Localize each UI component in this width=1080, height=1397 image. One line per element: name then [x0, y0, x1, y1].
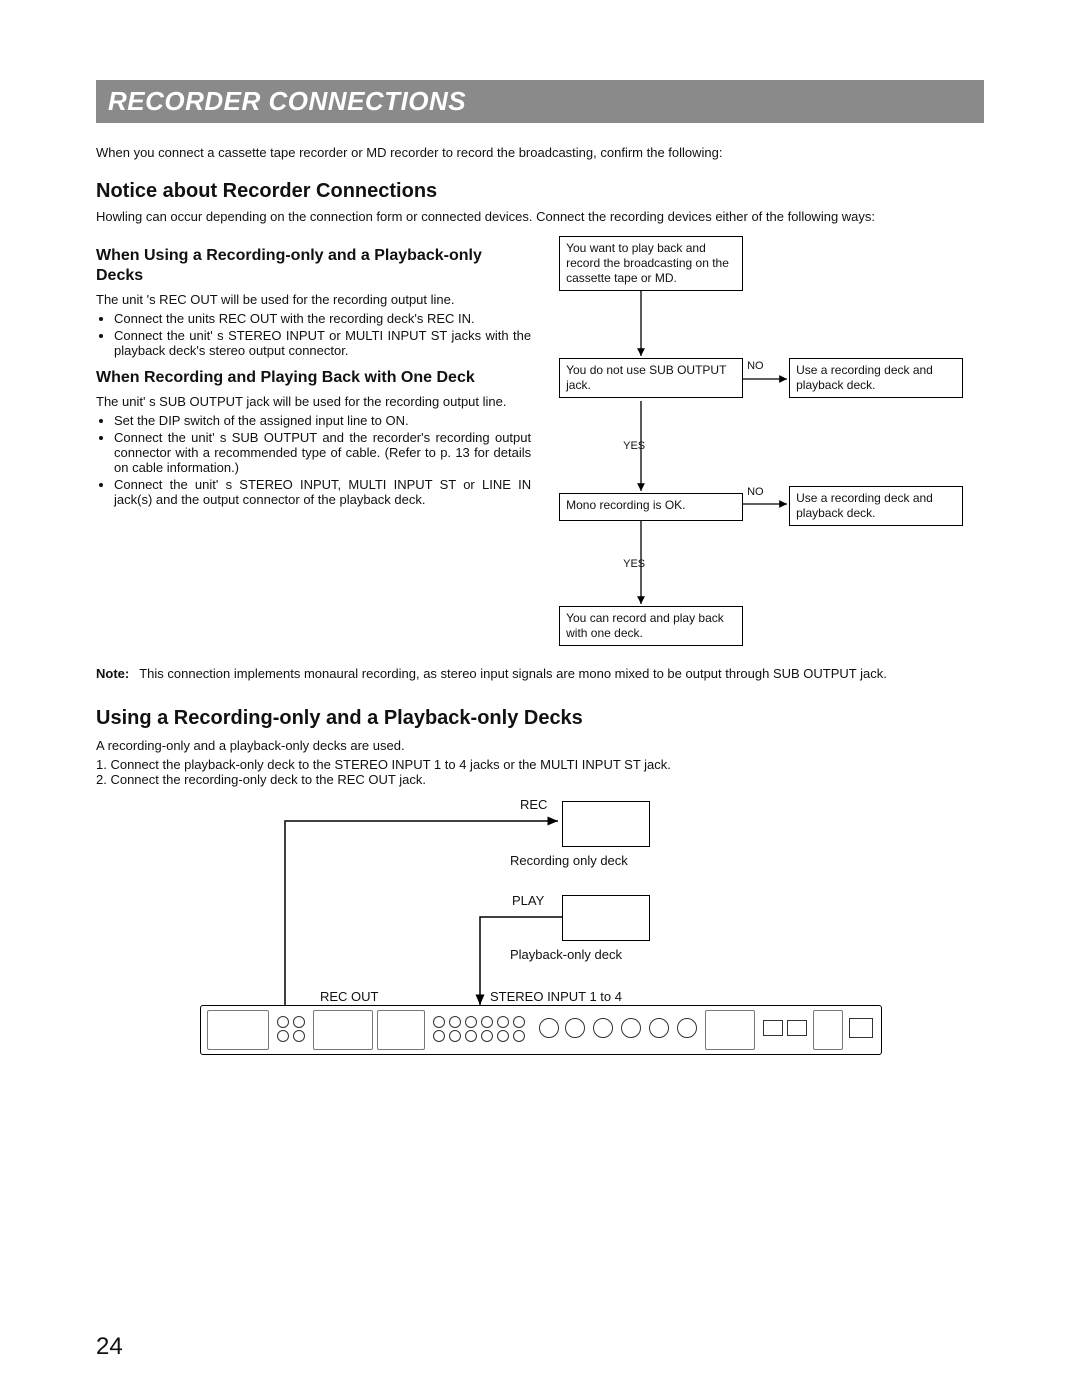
recording-deck-box [562, 801, 650, 847]
list-item: Connect the unit' s STEREO INPUT, MULTI … [114, 477, 531, 507]
manual-page: RECORDER CONNECTIONS When you connect a … [0, 0, 1080, 1397]
flow-a1-box: Use a recording deck and playback deck. [789, 358, 963, 398]
rear-panel-illustration [200, 1005, 882, 1055]
playback-deck-caption: Playback-only deck [510, 947, 622, 962]
flow-no-label: NO [747, 360, 764, 372]
flow-q1-box: You do not use SUB OUTPUT jack. [559, 358, 743, 398]
intro-text: When you connect a cassette tape recorde… [96, 145, 984, 160]
left-column: When Using a Recording-only and a Playba… [96, 236, 531, 517]
rec-out-label: REC OUT [320, 989, 379, 1004]
page-title-banner: RECORDER CONNECTIONS [96, 80, 984, 123]
flow-a2-box: Use a recording deck and playback deck. [789, 486, 963, 526]
section-lede: Howling can occur depending on the conne… [96, 209, 984, 224]
paragraph: The unit 's REC OUT will be used for the… [96, 292, 531, 307]
step: 1. Connect the playback-only deck to the… [96, 757, 984, 772]
flowchart: You want to play back and record the bro… [549, 236, 984, 656]
bullet-list: Set the DIP switch of the assigned input… [114, 413, 531, 507]
recording-deck-caption: Recording only deck [510, 853, 628, 868]
list-item: Connect the unit' s STEREO INPUT or MULT… [114, 328, 531, 358]
connection-diagram: REC Recording only deck PLAY Playback-on… [190, 795, 890, 1055]
stereo-input-label: STEREO INPUT 1 to 4 [490, 989, 622, 1004]
list-item: Set the DIP switch of the assigned input… [114, 413, 531, 428]
note-text: This connection implements monaural reco… [139, 666, 887, 681]
flow-yes-label: YES [623, 440, 645, 452]
flow-q2-box: Mono recording is OK. [559, 493, 743, 521]
section-notice: Notice about Recorder Connections Howlin… [96, 180, 984, 681]
rec-label: REC [520, 797, 547, 812]
list-item: Connect the unit' s SUB OUTPUT and the r… [114, 430, 531, 475]
subheading-recording-only: When Using a Recording-only and a Playba… [96, 246, 531, 286]
play-label: PLAY [512, 893, 544, 908]
flow-start-box: You want to play back and record the bro… [559, 236, 743, 291]
flow-lines-icon [549, 236, 989, 656]
paragraph: The unit' s SUB OUTPUT jack will be used… [96, 394, 531, 409]
note-label: Note: [96, 666, 139, 681]
flow-yes-label: YES [623, 558, 645, 570]
flow-no-label: NO [747, 486, 764, 498]
section-heading: Using a Recording-only and a Playback-on… [96, 707, 984, 730]
section-using-two-decks: Using a Recording-only and a Playback-on… [96, 707, 984, 1055]
note: Note:This connection implements monaural… [96, 666, 984, 681]
section-heading: Notice about Recorder Connections [96, 180, 984, 203]
step: 2. Connect the recording-only deck to th… [96, 772, 984, 787]
list-item: Connect the units REC OUT with the recor… [114, 311, 531, 326]
paragraph: A recording-only and a playback-only dec… [96, 738, 984, 753]
page-number: 24 [96, 1333, 123, 1361]
bullet-list: Connect the units REC OUT with the recor… [114, 311, 531, 358]
playback-deck-box [562, 895, 650, 941]
subheading-one-deck: When Recording and Playing Back with One… [96, 368, 531, 388]
flow-end-box: You can record and play back with one de… [559, 606, 743, 646]
